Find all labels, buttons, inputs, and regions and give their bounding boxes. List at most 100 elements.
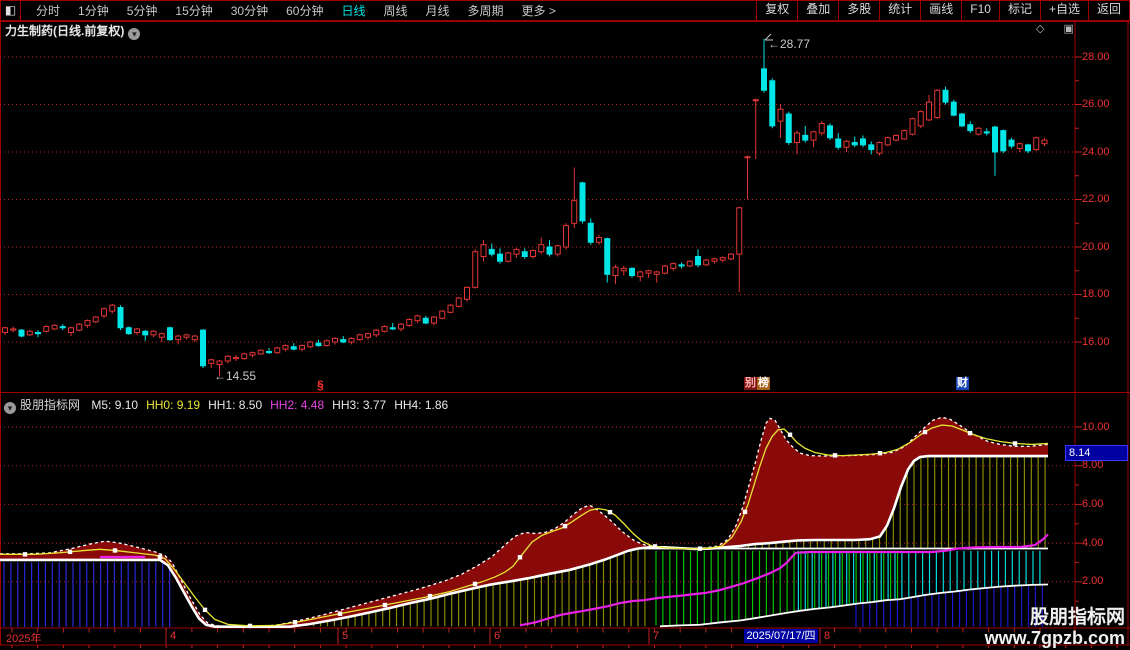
menu-item-周线[interactable]: 周线	[374, 2, 416, 19]
candle-body-up	[654, 272, 659, 274]
tool-item-F10[interactable]: F10	[961, 0, 999, 21]
candle-body-down	[267, 352, 272, 353]
menu-item-5分钟[interactable]: 5分钟	[118, 2, 167, 19]
candle-body-up	[976, 128, 981, 134]
candle-body-down	[1009, 140, 1014, 146]
hh0-marker	[203, 608, 207, 612]
tool-item-标记[interactable]: 标记	[999, 0, 1040, 21]
indicator-label-6.00: 6.00	[1082, 498, 1103, 510]
menu-item-月线[interactable]: 月线	[417, 2, 459, 19]
candle-body-down	[984, 132, 989, 133]
event-tag-财[interactable]: 财	[956, 377, 969, 390]
candle-body-up	[844, 141, 849, 147]
candle-body-down	[786, 114, 791, 143]
tool-item-返回[interactable]: 返回	[1088, 0, 1130, 21]
candle-body-up	[77, 324, 82, 330]
candle-body-up	[374, 330, 379, 335]
title-row: 力生制药(日线.前复权)▾ ◇ ▣	[0, 21, 1130, 36]
hh0-marker	[428, 594, 432, 598]
hh0-marker	[383, 603, 387, 607]
event-tag-别[interactable]: 别	[744, 377, 757, 390]
indicator-field-HH4: HH4: 1.86	[394, 398, 448, 412]
menu-item-分时[interactable]: 分时	[27, 2, 69, 19]
indicator-dropdown-icon[interactable]: ▾	[4, 402, 16, 414]
indicator-values: M5: 9.10HH0: 9.19HH1: 8.50HH2: 4.48HH3: …	[83, 398, 448, 412]
watermark-site-name: 股朋指标网	[985, 607, 1125, 628]
indicator-field-HH1: HH1: 8.50	[208, 398, 262, 412]
indicator-field-HH0: HH0: 9.19	[146, 398, 200, 412]
candle-body-up	[737, 208, 742, 254]
candle-body-down	[522, 252, 527, 257]
candle-body-up	[44, 327, 49, 332]
date-label-4: 4	[170, 630, 176, 642]
candle-body-down	[960, 114, 965, 126]
tool-item-多股[interactable]: 多股	[838, 0, 879, 21]
tool-item-复权[interactable]: 复权	[756, 0, 797, 21]
top-menu-bar: ◧ 分时1分钟5分钟15分钟30分钟60分钟日线周线月线多周期更多 > 复权叠加…	[0, 0, 1130, 21]
candle-body-up	[225, 356, 230, 361]
ex-rights-marker[interactable]: §	[317, 378, 324, 392]
hh0-marker	[563, 524, 567, 528]
candle-body-up	[93, 317, 98, 322]
candle-body-up	[506, 253, 511, 261]
candle-body-up	[308, 342, 313, 347]
menu-item-15分钟[interactable]: 15分钟	[166, 2, 221, 19]
hh0-marker	[113, 548, 117, 552]
title-corner-icons[interactable]: ◇ ▣	[1036, 22, 1082, 35]
candle-body-down	[861, 139, 866, 145]
candle-body-up	[349, 338, 354, 342]
candle-body-up	[209, 360, 214, 364]
app-window: ◧ 分时1分钟5分钟15分钟30分钟60分钟日线周线月线多周期更多 > 复权叠加…	[0, 0, 1130, 650]
menu-item-多周期[interactable]: 多周期	[459, 2, 513, 19]
title-dropdown-icon[interactable]: ▾	[128, 28, 140, 40]
candle-body-down	[696, 257, 701, 265]
menu-item-30分钟[interactable]: 30分钟	[222, 2, 277, 19]
candle-body-up	[613, 267, 618, 275]
chart-canvas[interactable]	[0, 0, 1130, 650]
menu-item-日线[interactable]: 日线	[332, 2, 374, 19]
candle-body-down	[316, 343, 321, 345]
candle-body-down	[126, 328, 131, 334]
candle-body-down	[828, 126, 833, 138]
candle-body-down	[168, 328, 173, 340]
candle-body-up	[918, 112, 923, 126]
candle-body-down	[803, 135, 808, 140]
date-label-2025年: 2025年	[6, 630, 41, 646]
indicator-label-4.00: 4.00	[1082, 537, 1103, 549]
candle-body-up	[753, 100, 758, 101]
indicator-name[interactable]: 股朋指标网	[20, 398, 80, 412]
candle-body-up	[1017, 144, 1022, 149]
menu-item-60分钟[interactable]: 60分钟	[277, 2, 332, 19]
candle-body-up	[729, 254, 734, 259]
price-label-24.00: 24.00	[1082, 146, 1110, 158]
tool-item-统计[interactable]: 统计	[879, 0, 920, 21]
candle-body-down	[605, 239, 610, 275]
candle-body-up	[704, 260, 709, 265]
hh0-marker	[68, 550, 72, 554]
candle-body-up	[564, 226, 569, 247]
hh0-marker	[23, 552, 27, 556]
candle-body-up	[382, 327, 387, 332]
date-label-6: 6	[494, 630, 500, 642]
window-split-icon[interactable]: ◧	[0, 1, 21, 20]
hh0-marker	[293, 620, 297, 624]
menu-item-更多 >[interactable]: 更多 >	[513, 2, 565, 19]
date-axis[interactable]: 2025/07/17/四 2025年45678	[0, 628, 1130, 645]
candle-body-down	[19, 330, 24, 336]
candle-body-up	[324, 341, 329, 346]
tool-item-叠加[interactable]: 叠加	[797, 0, 838, 21]
hh0-marker	[968, 431, 972, 435]
tool-item-画线[interactable]: 画线	[920, 0, 961, 21]
candle-body-up	[258, 350, 263, 354]
tool-item-+自选[interactable]: +自选	[1040, 0, 1088, 21]
hh0-marker	[338, 612, 342, 616]
candle-body-up	[184, 335, 189, 337]
candle-body-up	[638, 272, 643, 277]
watermark-url: www.7gpzb.com	[985, 628, 1125, 648]
menu-item-1分钟[interactable]: 1分钟	[69, 2, 118, 19]
stock-title: 力生制药(日线.前复权)▾	[5, 22, 140, 40]
candle-body-up	[135, 329, 140, 333]
candle-body-down	[201, 330, 206, 366]
event-tag-榜[interactable]: 榜	[757, 377, 770, 390]
hh0-marker	[518, 555, 522, 559]
